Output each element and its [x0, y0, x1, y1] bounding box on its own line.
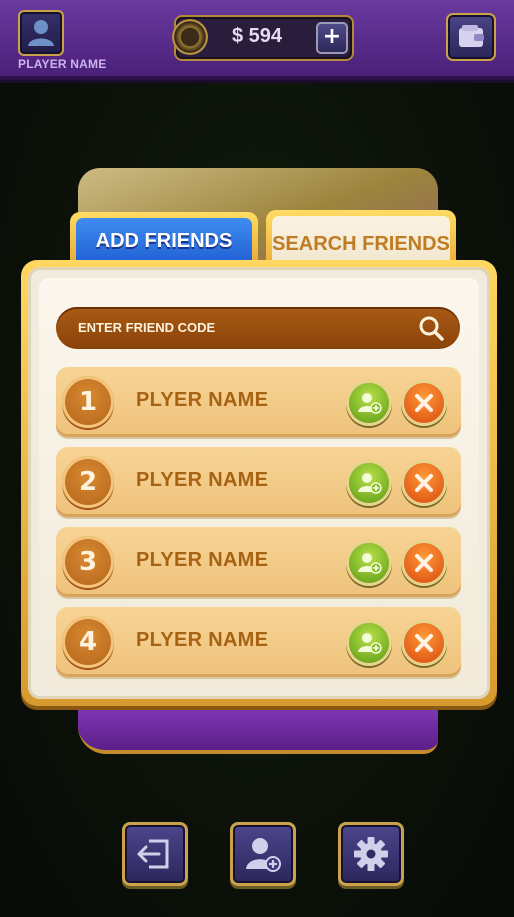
add-friend-nav-button[interactable] [230, 822, 296, 886]
decline-button[interactable] [404, 543, 444, 583]
close-icon [415, 474, 433, 492]
accept-button[interactable] [349, 543, 389, 583]
wallet-icon [459, 25, 484, 47]
decline-button[interactable] [404, 623, 444, 663]
avatar-icon [28, 20, 54, 46]
wallet-button[interactable] [446, 13, 496, 61]
accept-button[interactable] [349, 383, 389, 423]
accept-button[interactable] [349, 623, 389, 663]
close-icon [415, 394, 433, 412]
player-name: PLYER NAME [136, 549, 269, 571]
decline-button[interactable] [404, 463, 444, 503]
search-icon[interactable] [416, 313, 446, 343]
add-friend-icon [246, 838, 281, 872]
tab-add-friends[interactable]: ADD FRIENDS [70, 212, 258, 266]
exit-icon [137, 839, 169, 869]
coin-balance: $ 594 + [172, 15, 354, 61]
add-user-icon [358, 553, 382, 574]
exit-button[interactable] [122, 822, 188, 886]
coin-icon [172, 19, 208, 55]
player-name: PLYER NAME [136, 629, 269, 651]
rank-badge: 1 [62, 376, 114, 428]
accept-button[interactable] [349, 463, 389, 503]
list-item: 4 PLYER NAME [56, 607, 461, 677]
rank-badge: 4 [62, 616, 114, 668]
rank-badge: 3 [62, 536, 114, 588]
top-bar: PLAYER NAME $ 594 + [0, 0, 514, 80]
add-coins-button[interactable]: + [316, 22, 348, 54]
gear-icon [354, 837, 388, 871]
player-name: PLYER NAME [136, 389, 269, 411]
profile-button[interactable] [18, 10, 64, 56]
add-user-icon [358, 633, 382, 654]
search-placeholder: ENTER FRIEND CODE [78, 320, 216, 335]
add-user-icon [358, 473, 382, 494]
coin-value: $ 594 [232, 25, 283, 47]
player-name-label: PLAYER NAME [18, 57, 107, 71]
add-user-icon [358, 393, 382, 414]
rank-badge: 2 [62, 456, 114, 508]
list-item: 1 PLYER NAME [56, 367, 461, 437]
close-icon [415, 634, 433, 652]
close-icon [415, 554, 433, 572]
list-item: 2 PLYER NAME [56, 447, 461, 517]
settings-button[interactable] [338, 822, 404, 886]
friend-code-input[interactable]: ENTER FRIEND CODE [56, 307, 460, 349]
decline-button[interactable] [404, 383, 444, 423]
list-item: 3 PLYER NAME [56, 527, 461, 597]
player-name: PLYER NAME [136, 469, 269, 491]
tab-add-friends-label: ADD FRIENDS [76, 218, 252, 266]
